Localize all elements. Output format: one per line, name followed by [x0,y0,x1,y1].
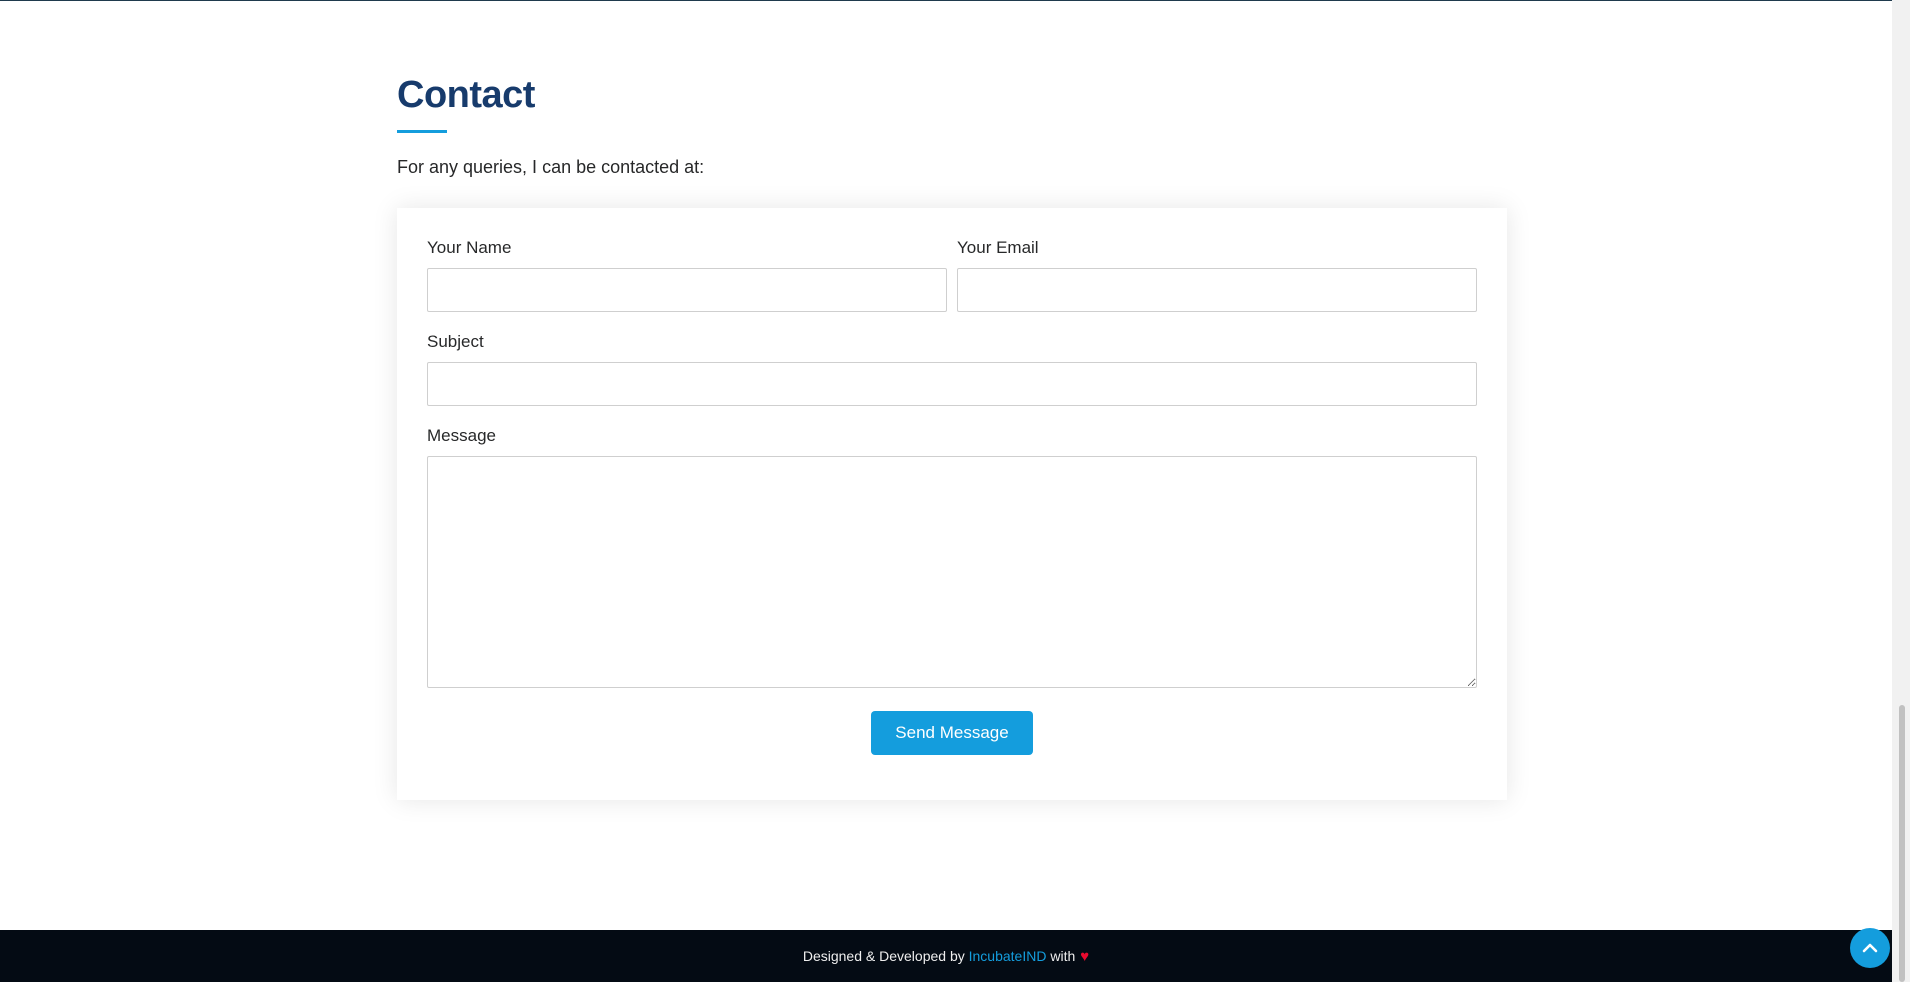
message-textarea[interactable] [427,456,1477,688]
contact-intro: For any queries, I can be contacted at: [397,157,705,177]
message-label: Message [427,426,496,445]
email-field-group: Your Email [957,238,1477,312]
contact-form: Your Name Your Email Subject Message Sen… [397,208,1507,800]
subject-field-group: Subject [427,332,1477,406]
heart-icon: ♥ [1080,947,1090,965]
contact-section: Contact For any queries, I can be contac… [397,70,1507,800]
name-input[interactable] [427,268,947,312]
email-label: Your Email [957,238,1039,257]
back-to-top-button[interactable] [1850,928,1890,968]
footer-credit-suffix: with [1046,948,1076,964]
top-divider [0,0,1892,1]
name-field-group: Your Name [427,238,947,312]
footer: Designed & Developed by IncubateIND with… [0,930,1892,982]
chevron-up-icon [1862,943,1878,953]
submit-wrap: Send Message [427,711,1477,755]
send-message-button[interactable]: Send Message [871,711,1033,755]
email-input[interactable] [957,268,1477,312]
subject-input[interactable] [427,362,1477,406]
form-row-name-email: Your Name Your Email [427,238,1477,332]
name-label: Your Name [427,238,512,257]
title-underline [397,130,447,133]
page-scrollbar[interactable] [1892,0,1910,982]
footer-credit-link[interactable]: IncubateIND [969,948,1047,964]
page: Contact For any queries, I can be contac… [0,0,1910,982]
section-title: Contact [397,74,535,116]
message-field-group: Message [427,426,1477,693]
scrollbar-thumb[interactable] [1899,705,1905,982]
subject-label: Subject [427,332,484,351]
footer-credit-prefix: Designed & Developed by [802,948,969,964]
